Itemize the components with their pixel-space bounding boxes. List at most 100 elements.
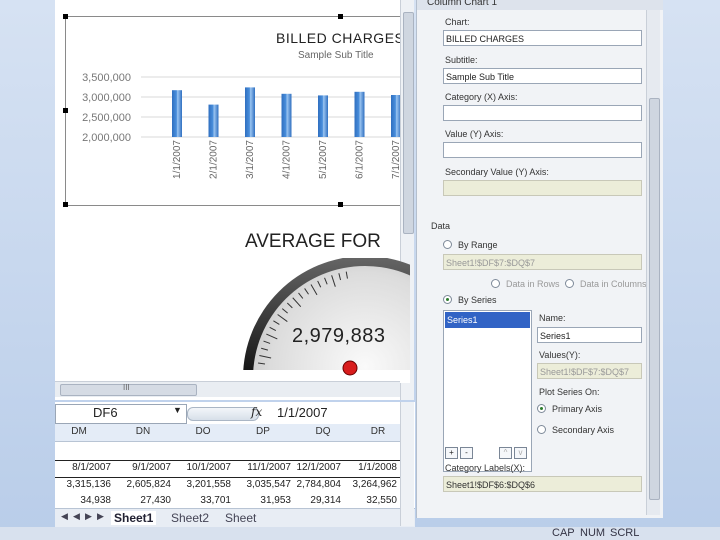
cell[interactable]: 31,953 bbox=[233, 495, 291, 506]
primary-axis-radio[interactable] bbox=[537, 404, 546, 413]
category-axis-input[interactable] bbox=[443, 105, 642, 121]
x-tick-label: 4/1/2007 bbox=[282, 140, 293, 179]
cell[interactable]: 34,938 bbox=[55, 495, 111, 506]
x-tick-label: 6/1/2007 bbox=[355, 140, 366, 179]
name-box-value: DF6 bbox=[93, 405, 118, 420]
cell[interactable]: 11/1/2007 bbox=[233, 462, 291, 473]
series-name-input[interactable]: Series1 bbox=[537, 327, 642, 343]
y-tick-label: 2,000,000 bbox=[82, 132, 131, 144]
resize-handle-middle-left[interactable] bbox=[63, 108, 68, 113]
cell[interactable]: 8/1/2007 bbox=[55, 462, 111, 473]
category-labels-input: Sheet1!$DF$6:$DQ$6 bbox=[443, 476, 642, 492]
remove-series-button[interactable]: - bbox=[460, 447, 473, 459]
subtitle-input[interactable]: Sample Sub Title bbox=[443, 68, 642, 84]
cell[interactable]: 9/1/2007 bbox=[113, 462, 171, 473]
list-item[interactable]: Series1 bbox=[445, 312, 530, 328]
horizontal-scrollbar[interactable]: III bbox=[55, 381, 400, 397]
column-header[interactable]: DN bbox=[113, 426, 173, 437]
scroll-thumb[interactable] bbox=[649, 98, 660, 500]
bar bbox=[354, 91, 365, 137]
bar bbox=[172, 90, 182, 137]
spreadsheet-grid: DF6 ▼ fx 1/1/2007 DM DN DO DP DQ DR 8/1/… bbox=[55, 402, 415, 527]
name-label: Name: bbox=[539, 313, 566, 323]
move-up-button[interactable]: ^ bbox=[499, 447, 512, 459]
column-header[interactable]: DP bbox=[233, 426, 293, 437]
resize-handle-top-middle[interactable] bbox=[338, 14, 343, 19]
data-in-columns-label: Data in Columns bbox=[580, 279, 647, 289]
category-labels-label: Category Labels(X): bbox=[445, 463, 526, 473]
bar bbox=[391, 95, 400, 137]
function-icon[interactable]: fx bbox=[251, 405, 262, 419]
resize-handle-top-left[interactable] bbox=[63, 14, 68, 19]
by-series-label: By Series bbox=[458, 295, 497, 305]
column-header[interactable]: DM bbox=[55, 426, 103, 437]
formula-input[interactable]: 1/1/2007 bbox=[277, 405, 328, 420]
secondary-axis-input bbox=[443, 180, 642, 196]
chevron-down-icon[interactable]: ▼ bbox=[173, 405, 182, 415]
x-tick-label: 5/1/2007 bbox=[318, 140, 329, 179]
pane-title: Column Chart 1 bbox=[427, 0, 498, 8]
tab-nav-next[interactable]: ▶ bbox=[85, 511, 92, 522]
cell[interactable]: 2,784,804 bbox=[293, 479, 342, 490]
data-in-columns-radio[interactable] bbox=[565, 279, 574, 288]
formula-bar-slider[interactable] bbox=[187, 407, 259, 421]
data-in-rows-radio[interactable] bbox=[491, 279, 500, 288]
cell[interactable]: 3,315,136 bbox=[55, 479, 112, 490]
tab-nav-prev[interactable]: ◀ bbox=[73, 511, 80, 522]
values-label: Values(Y): bbox=[539, 350, 581, 360]
chart-title-input[interactable]: BILLED CHARGES bbox=[443, 30, 642, 46]
column-headers: DM DN DO DP DQ DR bbox=[55, 424, 400, 442]
subtitle-label: Subtitle: bbox=[445, 55, 478, 65]
pane-scrollbar[interactable] bbox=[646, 10, 660, 515]
by-range-label: By Range bbox=[458, 240, 498, 250]
range-input: Sheet1!$DF$7:$DQ$7 bbox=[443, 254, 642, 270]
status-bar: CAP NUM SCRL bbox=[0, 527, 720, 540]
tab-sheet3[interactable]: Sheet bbox=[225, 511, 256, 525]
cell[interactable]: 27,430 bbox=[113, 495, 171, 506]
gauge-chart[interactable] bbox=[240, 258, 410, 383]
sheet-tab-bar: ◀ ◀ ▶ ▶ Sheet1 Sheet2 Sheet bbox=[55, 508, 415, 527]
tab-sheet1[interactable]: Sheet1 bbox=[111, 511, 157, 525]
chart-task-pane: Column Chart 1 Chart: BILLED CHARGES Sub… bbox=[416, 0, 663, 518]
move-down-button[interactable]: v bbox=[514, 447, 527, 459]
bar bbox=[281, 93, 292, 137]
column-header[interactable]: DQ bbox=[293, 426, 353, 437]
chart-plot: 3,500,000 3,000,000 2,500,000 2,000,000 1/1/… bbox=[82, 72, 400, 179]
scroll-thumb[interactable] bbox=[403, 12, 414, 234]
secondary-axis-option-label: Secondary Axis bbox=[552, 425, 615, 435]
cell[interactable]: 3,264,962 bbox=[347, 479, 398, 490]
cell[interactable]: 33,701 bbox=[173, 495, 231, 506]
scroll-grip: III bbox=[123, 383, 130, 392]
cell[interactable]: 29,314 bbox=[293, 495, 341, 506]
scroll-lock-indicator: SCRL bbox=[610, 527, 640, 539]
cell[interactable]: 2,605,824 bbox=[113, 479, 172, 490]
cell[interactable]: 10/1/2007 bbox=[173, 462, 232, 473]
x-tick-label: 1/1/2007 bbox=[172, 140, 183, 179]
cell[interactable]: 1/1/2008 bbox=[347, 462, 397, 473]
add-series-button[interactable]: + bbox=[445, 447, 458, 459]
cell[interactable]: 3,201,558 bbox=[173, 479, 232, 490]
tab-nav-first[interactable]: ◀ bbox=[61, 511, 68, 522]
by-range-radio[interactable] bbox=[443, 240, 452, 249]
x-tick-label: 2/1/2007 bbox=[209, 140, 220, 179]
resize-handle-bottom-middle[interactable] bbox=[338, 202, 343, 207]
by-series-radio[interactable] bbox=[443, 295, 452, 304]
gauge-value: 2,979,883 bbox=[292, 325, 386, 347]
secondary-axis-label: Secondary Value (Y) Axis: bbox=[445, 167, 549, 177]
resize-handle-bottom-left[interactable] bbox=[63, 202, 68, 207]
value-axis-input[interactable] bbox=[443, 142, 642, 158]
column-header[interactable]: DR bbox=[353, 426, 403, 437]
gauge-title: AVERAGE FOR bbox=[245, 231, 381, 252]
column-chart[interactable]: BILLED CHARGES Sample Sub Title 3,500,00… bbox=[65, 16, 400, 206]
vertical-scrollbar[interactable] bbox=[400, 402, 414, 526]
tab-nav-last[interactable]: ▶ bbox=[97, 511, 104, 522]
cell[interactable]: 3,035,547 bbox=[233, 479, 292, 490]
name-box[interactable] bbox=[55, 404, 187, 424]
cell[interactable]: 12/1/2007 bbox=[293, 462, 342, 473]
cell[interactable]: 32,550 bbox=[347, 495, 397, 506]
num-lock-indicator: NUM bbox=[580, 527, 606, 539]
tab-sheet2[interactable]: Sheet2 bbox=[171, 511, 209, 525]
x-tick-label: 7/1/2007 bbox=[391, 140, 400, 179]
secondary-axis-radio[interactable] bbox=[537, 425, 546, 434]
column-header[interactable]: DO bbox=[173, 426, 233, 437]
